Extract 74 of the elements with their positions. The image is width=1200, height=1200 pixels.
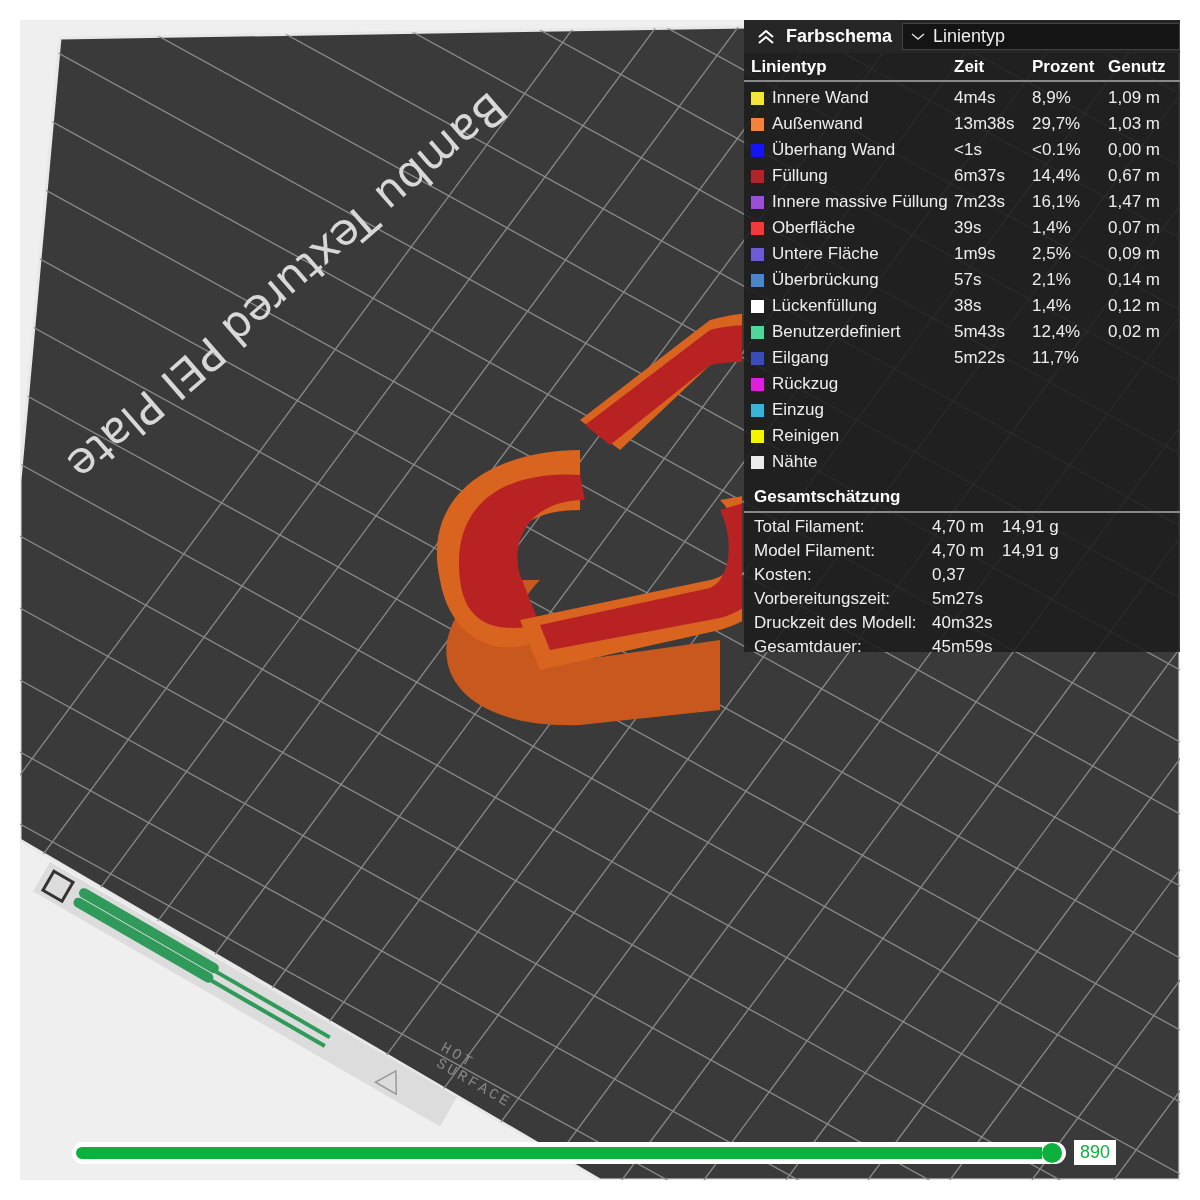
line-type-name: Nähte [772,452,818,472]
percent-cell-text: 1,4% [1032,218,1072,238]
time-cell-text: 4m4s [954,88,997,108]
line-type-name: Reinigen [772,426,840,446]
percent-cell-text: 1,4% [1032,296,1072,316]
percent-cell-text: 16,1% [1032,192,1082,212]
column-header: Genutz [1108,57,1167,77]
layer-slider[interactable] [72,1141,1066,1164]
used-cell-text: 0,07 m [1108,218,1161,238]
line-type-name: Überhang Wand [772,140,896,160]
used-cell-text: 1,47 m [1108,192,1161,212]
summary-label: Vorbereitungszeit: [754,589,892,609]
used-cell-text: 0,02 m [1108,322,1161,342]
summary-value: 45m59s [932,637,993,657]
summary-value: 4,70 m [932,541,984,561]
time-cell-text: 6m37s [954,166,1007,186]
line-type-name: Rückzug [772,374,839,394]
line-type-name: Lückenfüllung [772,296,877,316]
summary-value: 5m27s [932,589,984,609]
view-type-dropdown[interactable]: Linientyp [902,23,1180,50]
summary-value: 14,91 g [1002,517,1059,537]
slider-thumb[interactable] [1042,1142,1062,1163]
column-header: Linientyp [751,57,828,77]
used-cell-text: 0,12 m [1108,296,1161,316]
percent-cell-text: 11,7% [1032,348,1080,368]
time-cell-text: 57s [954,270,983,290]
used-cell-text: 0,67 m [1108,166,1161,186]
line-type-name: Oberfläche [772,218,856,238]
line-type-name: Füllung [772,166,828,186]
time-cell-text: 38s [954,296,983,316]
summary-title: Gesamtschätzung [744,475,1180,513]
summary-value: 4,70 m [932,517,984,537]
summary-label: Druckzeit des Modell: [754,613,918,633]
layer-number: 890 [1074,1140,1117,1165]
used-cell-text: 0,14 m [1108,270,1161,290]
time-cell-text: 13m38s [954,114,1016,134]
percent-cell-text: 14,4% [1032,166,1082,186]
time-cell-text: 1m9s [954,244,997,264]
used-cell-text: 0,00 m [1108,140,1161,160]
time-cell-text: 39s [954,218,983,238]
line-type-name: Außenwand [772,114,863,134]
time-cell-text: <1s [954,140,983,160]
used-cell-text: 0,09 m [1108,244,1161,264]
line-type-name: Innere Wand [772,88,869,108]
time-cell-text: 7m23s [954,192,1007,212]
percent-cell-text: <0.1% [1032,140,1082,160]
percent-cell-text: 12,4% [1032,322,1082,342]
used-cell-text: 1,03 m [1108,114,1161,134]
time-cell-text: 5m22s [954,348,1007,368]
percent-cell-text: 2,1% [1032,270,1072,290]
line-type-name: Untere Fläche [772,244,879,264]
line-type-name: Innere massive Füllung [772,192,948,212]
summary-value: 14,91 g [1002,541,1059,561]
summary-value: 0,37 [932,565,966,585]
line-type-name: Benutzerdefiniert [772,322,901,342]
caret-icon [911,32,926,41]
column-header: Zeit [954,57,986,77]
column-header: Prozent [1032,57,1096,77]
time-cell-text: 5m43s [954,322,1007,342]
percent-cell-text: 29,7% [1032,114,1082,134]
line-type-name: Überbrückung [772,270,879,290]
percent-cell-text: 2,5% [1032,244,1072,264]
summary-label: Gesamtdauer: [754,637,863,657]
percent-cell-text: 8,9% [1032,88,1072,108]
summary-value: 40m32s [932,613,993,633]
panel-title: Farbschema [786,26,893,47]
summary-label: Kosten: [754,565,813,585]
line-type-name: Einzug [772,400,824,420]
used-cell-text: 1,09 m [1108,88,1161,108]
line-type-name: Eilgang [772,348,829,368]
summary-label: Total Filament: [754,517,866,537]
3d-viewport[interactable] [20,20,1180,1180]
summary-label: Model Filament: [754,541,876,561]
collapse-icon[interactable] [756,29,776,44]
